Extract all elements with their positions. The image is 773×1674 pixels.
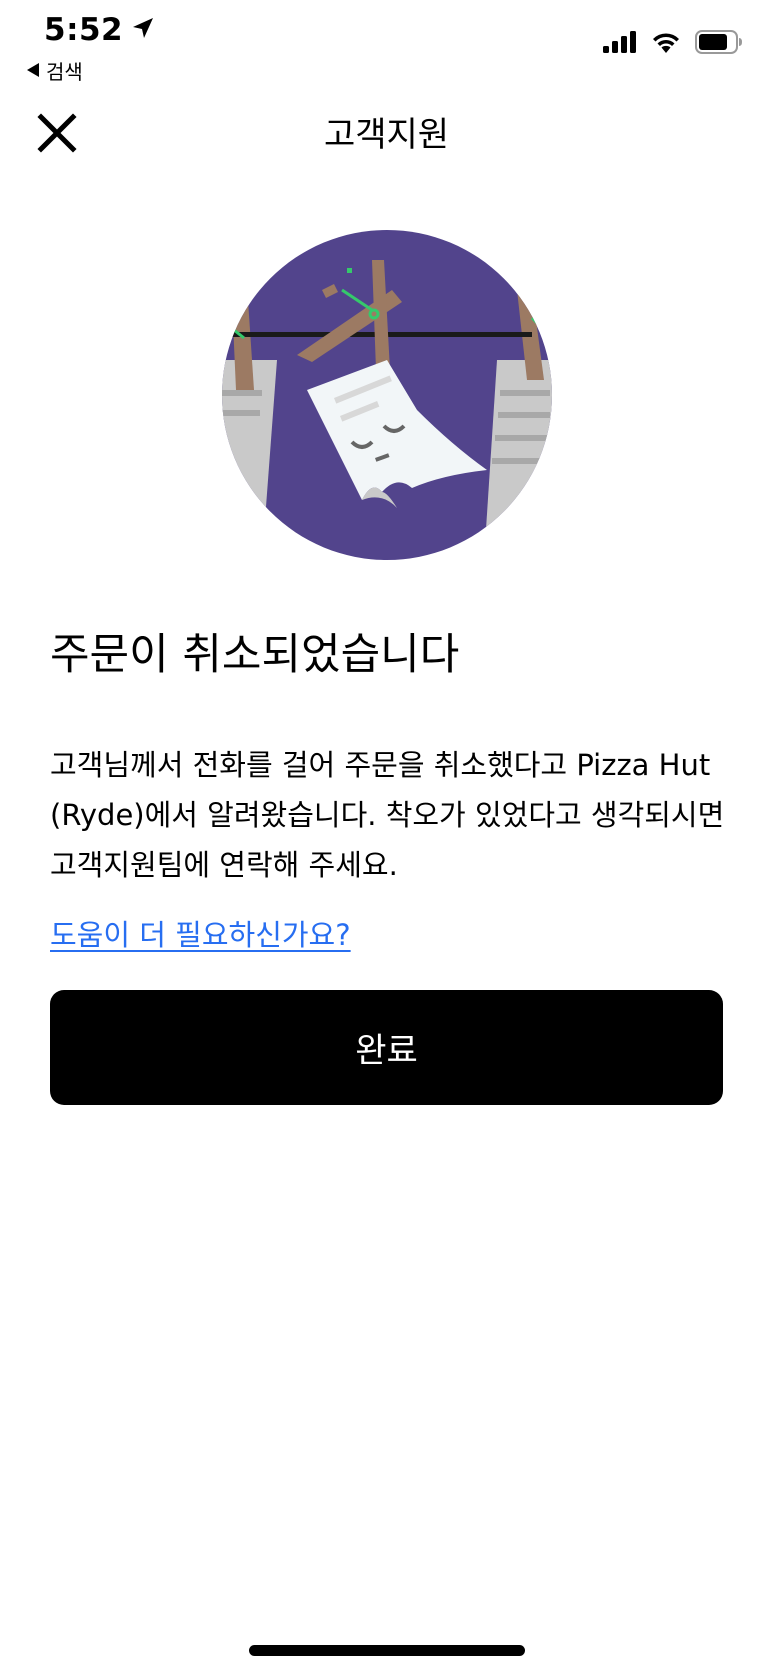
cancel-headline: 주문이 취소되었습니다 (50, 630, 460, 680)
status-time: 5:52 (44, 12, 155, 48)
battery-icon (695, 30, 743, 58)
back-to-search[interactable]: 검색 (26, 56, 83, 85)
screen: 5:52 검색 고객지원 주문이 취소되었습니다 고객님께서 전화를 걸어 주문… (0, 0, 773, 1674)
back-label: 검색 (46, 60, 83, 84)
location-arrow-icon (131, 12, 155, 48)
wifi-icon (651, 31, 681, 57)
need-more-help-link[interactable]: 도움이 더 필요하신가요? (50, 910, 351, 960)
cancel-message: 고객님께서 전화를 걸어 주문을 취소했다고 Pizza Hut (Ryde)에… (50, 748, 725, 882)
done-button[interactable]: 완료 (50, 990, 723, 1105)
time-text: 5:52 (44, 12, 124, 48)
back-triangle-icon (26, 59, 40, 83)
status-indicators (603, 30, 743, 58)
signal-icon (603, 31, 637, 57)
cancelled-receipt-illustration (222, 230, 552, 560)
home-indicator[interactable] (249, 1645, 525, 1656)
page-title: 고객지원 (323, 115, 450, 155)
